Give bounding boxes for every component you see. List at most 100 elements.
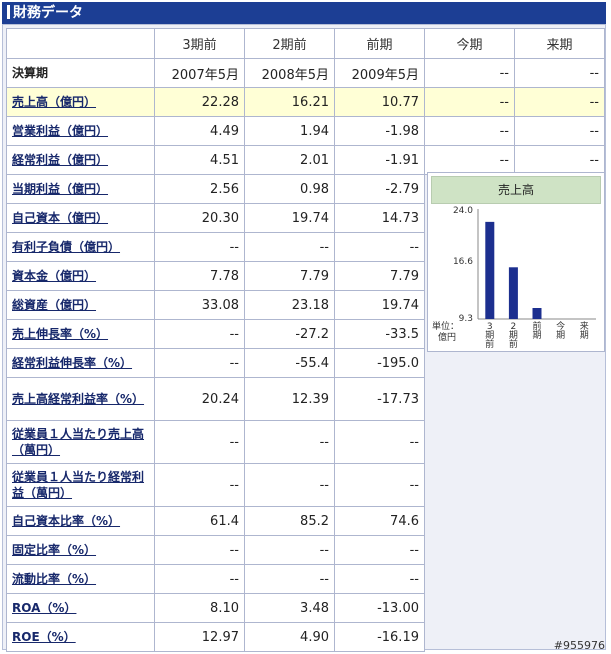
table-row: 経常利益伸長率（%） -- -55.4 -195.0 <box>6 348 605 378</box>
value-cell: 7.78 <box>154 261 245 291</box>
x-tick-label: 2 期前 <box>509 322 518 350</box>
value-cell: -- <box>424 145 515 175</box>
row-label-cell: 従業員１人当たり経常利益（萬円） <box>6 463 155 507</box>
empty-area <box>425 536 605 565</box>
row-label-link[interactable]: 総資産（億円） <box>12 298 96 312</box>
row-label-cell: 経常利益伸長率（%） <box>6 348 155 378</box>
row-label-cell: ROE（%） <box>6 622 155 652</box>
row-label-cell: 売上高経常利益率（%） <box>6 377 155 421</box>
row-label-cell: 当期利益（億円） <box>6 174 155 204</box>
value-cell: -- <box>244 535 335 565</box>
section-title: 財務データ <box>13 5 83 21</box>
period-row: 決算期 2007年5月 2008年5月 2009年5月 -- -- <box>6 58 605 88</box>
row-label-cell: 営業利益（億円） <box>6 116 155 146</box>
value-cell: 4.90 <box>244 622 335 652</box>
unit-label: 単位：億円 <box>432 320 459 343</box>
row-label-link[interactable]: 売上高経常利益率（%） <box>12 392 144 406</box>
row-label-link[interactable]: 従業員１人当たり売上高（萬円） <box>12 427 144 457</box>
x-tick-label: 前期 <box>532 320 541 341</box>
column-header: 2期前 <box>244 28 335 59</box>
row-label-link[interactable]: 資本金（億円） <box>12 269 96 283</box>
empty-area <box>425 507 605 536</box>
value-cell: 16.21 <box>244 87 335 117</box>
table-row: 営業利益（億円） 4.49 1.94 -1.98 -- -- <box>6 116 605 146</box>
unit-label-line: 億円 <box>438 331 456 343</box>
x-tick-char: 期 <box>532 330 541 341</box>
value-cell: 7.79 <box>334 261 425 291</box>
table-row: 流動比率（%） -- -- -- <box>6 564 605 594</box>
row-label-link[interactable]: 自己資本比率（%） <box>12 514 120 528</box>
column-header: 前期 <box>334 28 425 59</box>
value-cell: 61.4 <box>154 506 245 536</box>
row-label-cell: 自己資本（億円） <box>6 203 155 233</box>
row-label-link[interactable]: 営業利益（億円） <box>12 124 108 138</box>
section-title-bar: 財務データ <box>2 2 606 24</box>
value-cell: -- <box>154 535 245 565</box>
value-cell: 12.97 <box>154 622 245 652</box>
value-cell: 8.10 <box>154 593 245 623</box>
value-cell: 20.30 <box>154 203 245 233</box>
value-cell: 3.48 <box>244 593 335 623</box>
table-row: 売上高（億円） 22.28 16.21 10.77 -- -- <box>6 87 605 117</box>
value-cell: -17.73 <box>334 377 425 421</box>
row-label-link[interactable]: 有利子負債（億円） <box>12 240 120 254</box>
value-cell: -16.19 <box>334 622 425 652</box>
sales-bar-chart: 24.016.69.33 期前2 期前前期今期来期単位：億円 <box>432 206 596 350</box>
bar-1 <box>485 221 495 319</box>
value-cell: 19.74 <box>244 203 335 233</box>
row-label-cell: ROA（%） <box>6 593 155 623</box>
value-cell: -2.79 <box>334 174 425 204</box>
row-label-link[interactable]: ROE（%） <box>12 630 76 644</box>
value-cell: 4.49 <box>154 116 245 146</box>
corner-cell <box>6 28 155 59</box>
value-cell: -- <box>334 232 425 262</box>
y-tick-label: 24.0 <box>453 206 473 216</box>
x-tick-label: 来期 <box>580 321 589 341</box>
row-label-link[interactable]: 自己資本（億円） <box>12 211 108 225</box>
value-cell: -- <box>514 87 605 117</box>
value-cell: -- <box>154 420 245 464</box>
value-cell: 14.73 <box>334 203 425 233</box>
table-row: 経常利益（億円） 4.51 2.01 -1.91 -- -- <box>6 145 605 175</box>
value-cell: -- <box>334 535 425 565</box>
period-value: 2008年5月 <box>244 58 335 88</box>
value-cell: -- <box>424 116 515 146</box>
row-label-cell: 有利子負債（億円） <box>6 232 155 262</box>
value-cell: -- <box>244 463 335 507</box>
row-label-link[interactable]: 経常利益（億円） <box>12 153 108 167</box>
value-cell: 33.08 <box>154 290 245 320</box>
x-tick-label: 今期 <box>556 320 565 341</box>
y-tick-label: 16.6 <box>453 257 473 267</box>
title-marker <box>7 5 10 19</box>
empty-area <box>425 464 605 507</box>
row-label-link[interactable]: 経常利益伸長率（%） <box>12 356 132 370</box>
value-cell: 10.77 <box>334 87 425 117</box>
row-label-cell: 固定比率（%） <box>6 535 155 565</box>
value-cell: -- <box>154 564 245 594</box>
value-cell: 20.24 <box>154 377 245 421</box>
row-label-link[interactable]: 固定比率（%） <box>12 543 96 557</box>
value-cell: 12.39 <box>244 377 335 421</box>
value-cell: 4.51 <box>154 145 245 175</box>
row-label-link[interactable]: 従業員１人当たり経常利益（萬円） <box>12 470 144 500</box>
page-code: #955976 <box>553 639 605 652</box>
table-row: 売上高経常利益率（%） 20.24 12.39 -17.73 <box>6 377 605 421</box>
x-tick-char: 期 <box>580 330 589 341</box>
x-tick-label: 3 期前 <box>485 322 494 350</box>
value-cell: 22.28 <box>154 87 245 117</box>
row-label-link[interactable]: 当期利益（億円） <box>12 182 108 196</box>
row-label-link[interactable]: 売上伸長率（%） <box>12 327 108 341</box>
row-label-link[interactable]: 流動比率（%） <box>12 572 96 586</box>
x-tick-char: 前 <box>509 338 518 350</box>
table-row: 従業員１人当たり経常利益（萬円） -- -- -- <box>6 463 605 507</box>
bar-3 <box>532 308 542 319</box>
row-label-link[interactable]: ROA（%） <box>12 601 76 615</box>
row-label-cell: 従業員１人当たり売上高（萬円） <box>6 420 155 464</box>
value-cell: 7.79 <box>244 261 335 291</box>
row-label-link[interactable]: 売上高（億円） <box>12 95 96 109</box>
table-row: 自己資本比率（%） 61.4 85.2 74.6 <box>6 506 605 536</box>
value-cell: 19.74 <box>334 290 425 320</box>
value-cell: 1.94 <box>244 116 335 146</box>
empty-area <box>425 349 605 378</box>
period-value: -- <box>424 58 515 88</box>
